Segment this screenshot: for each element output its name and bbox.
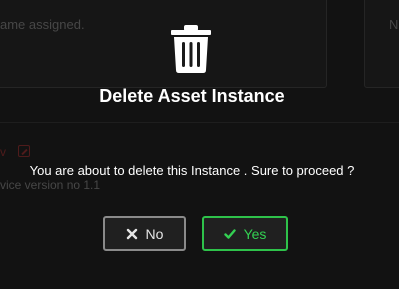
yes-button[interactable]: Yes [202,216,288,251]
trash-icon [171,25,211,73]
no-button[interactable]: No [103,216,186,251]
yes-button-label: Yes [243,225,267,242]
modal-title: Delete Asset Instance [99,86,285,106]
no-button-label: No [145,225,164,242]
screen: ame assigned. N v vice version no 1.1 De… [0,0,399,289]
close-icon [126,228,137,239]
modal-message: You are about to delete this Instance . … [29,163,355,178]
check-icon [223,228,236,239]
